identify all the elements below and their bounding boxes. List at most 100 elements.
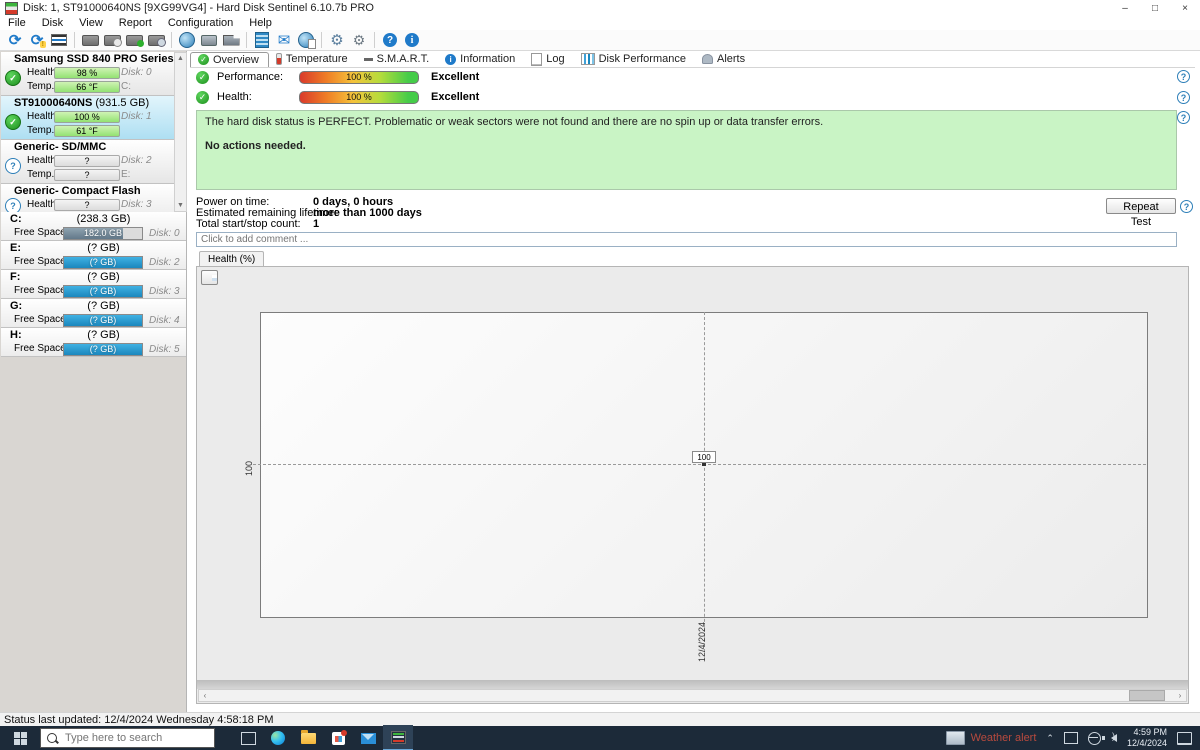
store-button[interactable] [323,726,353,750]
start-button[interactable] [0,726,40,750]
disk-icon[interactable] [79,31,101,49]
chart-crosshair-horizontal [253,464,1146,465]
menu-file[interactable]: File [0,17,34,29]
disk-list-scrollbar[interactable] [174,52,187,212]
disk-item-compact-flash[interactable]: Generic- Compact Flash Health: ? Disk: 3 [1,184,174,212]
tab-information[interactable]: Information [438,52,524,67]
taskbar-clock[interactable]: 4:59 PM 12/4/2024 [1127,727,1167,749]
disk-schedule-icon[interactable] [101,31,123,49]
backup-icon[interactable] [220,31,242,49]
help-icon[interactable] [379,31,401,49]
tray-chevron-icon[interactable]: ⌃ [1046,733,1054,744]
scrollbar-thumb[interactable] [1129,690,1165,701]
scroll-up-icon[interactable] [175,53,186,64]
disk-item-sd-mmc[interactable]: Generic- SD/MMC Health: ? Disk: 2 Temp.:… [1,140,174,184]
title-bar: Disk: 1, ST91000640NS [9XG99VG4] - Hard … [0,0,1200,16]
actions-text: No actions needed. [205,140,1168,152]
network-icon[interactable] [176,31,198,49]
disk-item-st91000640ns-selected[interactable]: ST91000640NS (931.5 GB) Health: 100 % Di… [1,96,174,140]
status-bar: Status last updated: 12/4/2024 Wednesday… [0,712,1200,726]
free-space-label: Free Space [14,343,66,354]
menu-disk[interactable]: Disk [34,17,71,29]
refresh-warning-icon[interactable] [26,31,48,49]
free-space-label: Free Space [14,285,66,296]
chart-y-axis-label: 100 [244,461,254,476]
comment-input[interactable] [196,232,1177,247]
health-rating: Excellent [431,91,479,103]
save-chart-button[interactable] [201,270,218,285]
tab-log[interactable]: Log [524,52,573,67]
task-view-button[interactable] [233,726,263,750]
scroll-left-icon[interactable] [199,690,211,701]
info-icon[interactable] [401,31,423,49]
settings-icon[interactable] [326,31,348,49]
start-stop-count-row: Total start/stop count:1 [196,218,319,229]
overview-check-icon [198,54,209,65]
health-ok-icon [196,91,209,104]
disk-test-icon[interactable] [123,31,145,49]
volume-tray-icon[interactable] [1111,734,1117,742]
disk-list-icon[interactable] [48,31,70,49]
disk-number: Disk: 0 [149,228,180,239]
mail-button[interactable] [353,726,383,750]
menu-report[interactable]: Report [111,17,160,29]
disk-name: Generic- Compact Flash [14,185,141,197]
free-space-bar: 182.0 GB [63,227,143,240]
volume-size: (? GB) [56,329,151,341]
hard-disk-sentinel-taskbar-button[interactable] [383,725,413,750]
network-report-icon[interactable] [295,31,317,49]
edge-button[interactable] [263,726,293,750]
search-input[interactable] [63,731,197,745]
status-help-icon[interactable] [1177,111,1190,124]
free-space-label: Free Space [14,314,66,325]
volume-item-g[interactable]: G: (? GB) Free Space (? GB) Disk: 4 [1,299,186,328]
refresh-icon[interactable] [4,31,26,49]
menu-configuration[interactable]: Configuration [160,17,241,29]
network-tray-icon[interactable] [1088,732,1101,745]
webcam-icon[interactable] [198,31,220,49]
health-bar: ? [54,155,120,167]
volume-letter: C: [10,213,22,225]
temp-bar: ? [54,169,120,181]
volume-item-c[interactable]: C: (238.3 GB) Free Space 182.0 GB Disk: … [1,212,186,241]
chart-horizontal-scrollbar[interactable] [198,689,1187,702]
email-icon[interactable] [273,31,295,49]
minimize-button[interactable]: – [1110,0,1140,16]
repeat-test-help-icon[interactable] [1180,200,1193,213]
weather-widget[interactable]: Weather alert [946,731,1037,745]
tab-overview[interactable]: Overview [190,52,269,67]
power-on-time-row: Power on time:0 days, 0 hours [196,196,393,207]
health-help-icon[interactable] [1177,91,1190,104]
performance-row: Performance: 100 % Excellent [196,70,479,84]
file-explorer-button[interactable] [293,726,323,750]
menu-view[interactable]: View [71,17,111,29]
tab-smart[interactable]: S.M.A.R.T. [357,52,439,67]
smart-icon [364,58,373,61]
tab-disk-performance[interactable]: Disk Performance [574,52,695,67]
health-label: Health: [217,91,287,103]
performance-help-icon[interactable] [1177,70,1190,83]
tab-temperature[interactable]: Temperature [269,52,357,67]
disk-surface-icon[interactable] [145,31,167,49]
report-icon[interactable] [251,31,273,49]
volume-item-f[interactable]: F: (? GB) Free Space (? GB) Disk: 3 [1,270,186,299]
health-bar: ? [54,199,120,211]
volume-item-e[interactable]: E: (? GB) Free Space (? GB) Disk: 2 [1,241,186,270]
close-button[interactable]: × [1170,0,1200,16]
health-bar: 100 % [299,91,419,104]
tab-alerts[interactable]: Alerts [695,52,754,67]
acoustic-icon[interactable] [348,31,370,49]
menu-help[interactable]: Help [241,17,280,29]
repeat-test-button[interactable]: Repeat Test [1106,198,1176,214]
scroll-right-icon[interactable] [1174,690,1186,701]
maximize-button[interactable]: □ [1140,0,1170,16]
scroll-down-icon[interactable] [175,200,186,211]
tray-app-icon[interactable] [1064,732,1078,744]
disk-item-samsung-ssd[interactable]: Samsung SSD 840 PRO Series (238.5 GB) He… [1,52,174,96]
mail-icon [361,733,376,744]
clock-time: 4:59 PM [1127,727,1167,738]
notification-center-icon[interactable] [1177,732,1192,745]
volume-letter: H: [10,329,22,341]
taskbar-search[interactable] [40,728,215,748]
volume-item-h[interactable]: H: (? GB) Free Space (? GB) Disk: 5 [1,328,186,357]
